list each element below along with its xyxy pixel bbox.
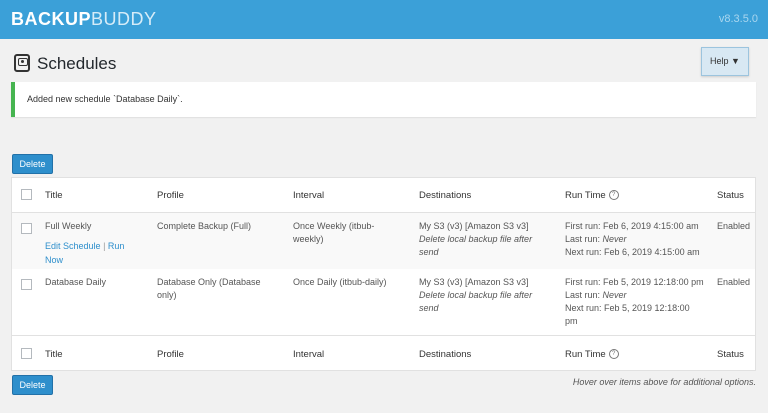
row-profile: Database Only (Database only) — [157, 277, 261, 300]
row-status: Enabled — [717, 221, 751, 231]
col-title: Title — [45, 190, 63, 201]
row-title: Database Daily — [45, 277, 107, 287]
col-status: Status — [717, 190, 744, 201]
col-interval-footer: Interval — [293, 349, 325, 360]
backup-drive-icon — [14, 54, 30, 72]
page-title: Schedules — [37, 54, 117, 73]
delete-button-top[interactable]: Delete — [12, 154, 53, 174]
row-run-time: First run: Feb 5, 2019 12:18:00 pm Last r… — [565, 277, 704, 326]
top-bar: BACKUPBUDDY v8.3.5.0 — [0, 0, 768, 39]
select-all-checkbox-footer[interactable] — [21, 348, 32, 359]
table-row: Database Daily Database Only (Database on… — [12, 269, 755, 335]
row-interval: Once Weekly (itbub-weekly) — [293, 221, 375, 244]
backupbuddy-logo: BACKUPBUDDY — [11, 9, 157, 29]
table-row: Full Weekly Edit Schedule | Run Now Comp… — [12, 213, 755, 269]
col-profile: Profile — [157, 190, 184, 201]
question-icon[interactable]: ? — [608, 349, 619, 360]
row-interval: Once Daily (itbub-daily) — [293, 277, 387, 287]
success-notice: Added new schedule `Database Daily`. — [11, 82, 756, 117]
version-label: v8.3.5.0 — [718, 13, 758, 25]
delete-button-bottom[interactable]: Delete — [12, 375, 53, 395]
run-now-link-cont[interactable]: Now — [45, 254, 63, 267]
col-destinations-footer: Destinations — [419, 349, 472, 360]
run-now-link[interactable]: Run — [108, 241, 125, 251]
schedules-table: Title Profile Interval Destinations Run … — [11, 177, 756, 371]
question-icon[interactable]: ? — [608, 190, 619, 201]
row-title: Full Weekly — [45, 221, 92, 231]
col-interval: Interval — [293, 190, 325, 201]
col-run-time: Run Time? — [565, 190, 619, 201]
col-title-footer: Title — [45, 349, 63, 360]
row-checkbox[interactable] — [21, 279, 32, 290]
col-run-time-footer: Run Time? — [565, 349, 619, 360]
col-profile-footer: Profile — [157, 349, 184, 360]
col-destinations: Destinations — [419, 190, 472, 201]
edit-schedule-link[interactable]: Edit Schedule — [45, 241, 101, 251]
row-run-time: First run: Feb 6, 2019 4:15:00 am Last ru… — [565, 221, 700, 257]
row-status: Enabled — [717, 277, 751, 287]
notice-text: Added new schedule `Database Daily`. — [27, 94, 183, 104]
row-actions: Edit Schedule | Run — [45, 241, 125, 251]
col-status-footer: Status — [717, 349, 744, 360]
row-profile: Complete Backup (Full) — [157, 221, 252, 231]
help-button[interactable]: Help ▼ — [701, 47, 749, 76]
row-checkbox[interactable] — [21, 223, 32, 234]
divider — [12, 335, 755, 336]
row-destinations: My S3 (v3) [Amazon S3 v3] Delete local ba… — [419, 221, 533, 257]
row-destinations: My S3 (v3) [Amazon S3 v3] Delete local ba… — [419, 277, 533, 313]
hover-hint: Hover over items above for additional op… — [572, 377, 756, 387]
select-all-checkbox[interactable] — [21, 189, 32, 200]
